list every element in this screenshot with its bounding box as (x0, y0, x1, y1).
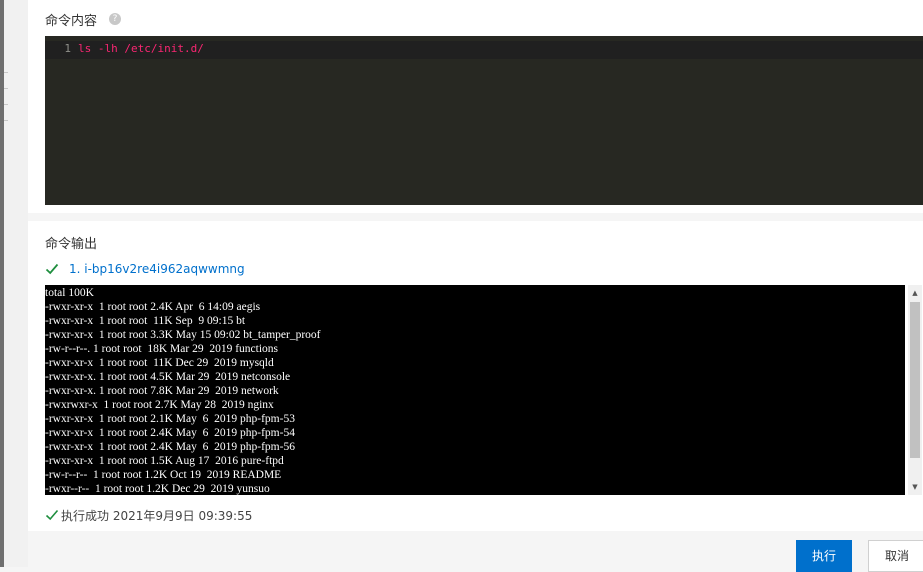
instance-id-link[interactable]: 1. i-bp16v2re4i962aqwwmng (69, 262, 245, 276)
line-number: 1 (64, 42, 71, 55)
terminal-line: -rwxrwxr-x 1 root root 2.7K May 28 2019 … (45, 399, 274, 411)
terminal-line: -rw-r--r--. 1 root root 18K Mar 29 2019 … (45, 343, 278, 355)
panel-divider (4, 72, 8, 73)
terminal-line: -rwxr-xr-x 1 root root 2.4K May 6 2019 p… (45, 427, 295, 439)
question-circle-icon[interactable]: ? (109, 13, 121, 25)
scroll-thumb[interactable] (910, 302, 920, 458)
terminal-scrollbar[interactable]: ▲ ▼ (908, 285, 922, 495)
terminal-line: -rw-r--r-- 1 root root 1.2K Oct 19 2019 … (45, 469, 282, 481)
command-code[interactable]: ls -lh /etc/init.d/ (78, 42, 204, 55)
command-editor[interactable]: 1 ls -lh /etc/init.d/ (45, 36, 923, 205)
background-panel (4, 0, 28, 567)
check-icon (45, 509, 59, 521)
panel-divider (4, 88, 8, 89)
command-output-section: 命令输出 1. i-bp16v2re4i962aqwwmng total 100… (28, 221, 923, 531)
scroll-up-icon[interactable]: ▲ (908, 286, 922, 300)
terminal-line: -rwxr-xr-x 1 root root 3.3K May 15 09:02… (45, 329, 321, 341)
command-content-label: 命令内容 (45, 14, 98, 29)
panel-divider (4, 120, 8, 121)
command-content-section: 命令内容 ? 1 ls -lh /etc/init.d/ (28, 0, 923, 213)
terminal-line: -rwxr-xr-x 1 root root 1.5K Aug 17 2016 … (45, 455, 284, 467)
status-text: 执行成功 2021年9月9日 09:39:55 (61, 508, 253, 523)
terminal-line: -rwxr-xr-x. 1 root root 4.5K Mar 29 2019… (45, 371, 291, 383)
terminal-line: -rwxr--r-- 1 root root 1.2K Dec 29 2019 … (45, 483, 270, 495)
execution-status: 执行成功 2021年9月9日 09:39:55 (45, 507, 252, 523)
check-icon (45, 263, 59, 275)
execute-button[interactable]: 执行 (796, 540, 852, 572)
command-keyword: ls -lh /etc/init.d/ (78, 42, 204, 55)
panel-divider (4, 104, 8, 105)
terminal-line: -rwxr-xr-x 1 root root 2.4K Apr 6 14:09 … (45, 301, 261, 313)
terminal-text: total 100K -rwxr-xr-x 1 root root 2.4K A… (45, 285, 905, 495)
terminal-line: -rwxr-xr-x 1 root root 11K Dec 29 2019 m… (45, 357, 274, 369)
terminal-line: -rwxr-xr-x 1 root root 2.4K May 6 2019 p… (45, 441, 295, 453)
terminal-line: -rwxr-xr-x 1 root root 11K Sep 9 09:15 b… (45, 315, 246, 327)
terminal-line: -rwxr-xr-x 1 root root 2.1K May 6 2019 p… (45, 413, 295, 425)
cancel-button[interactable]: 取消 (868, 540, 923, 572)
terminal-line: total 100K (45, 287, 94, 299)
command-output-label: 命令输出 (45, 237, 98, 252)
scroll-down-icon[interactable]: ▼ (908, 480, 922, 494)
instance-result-row[interactable]: 1. i-bp16v2re4i962aqwwmng (45, 261, 245, 277)
terminal-output[interactable]: total 100K -rwxr-xr-x 1 root root 2.4K A… (45, 285, 905, 495)
terminal-line: -rwxr-xr-x. 1 root root 7.8K Mar 29 2019… (45, 385, 279, 397)
